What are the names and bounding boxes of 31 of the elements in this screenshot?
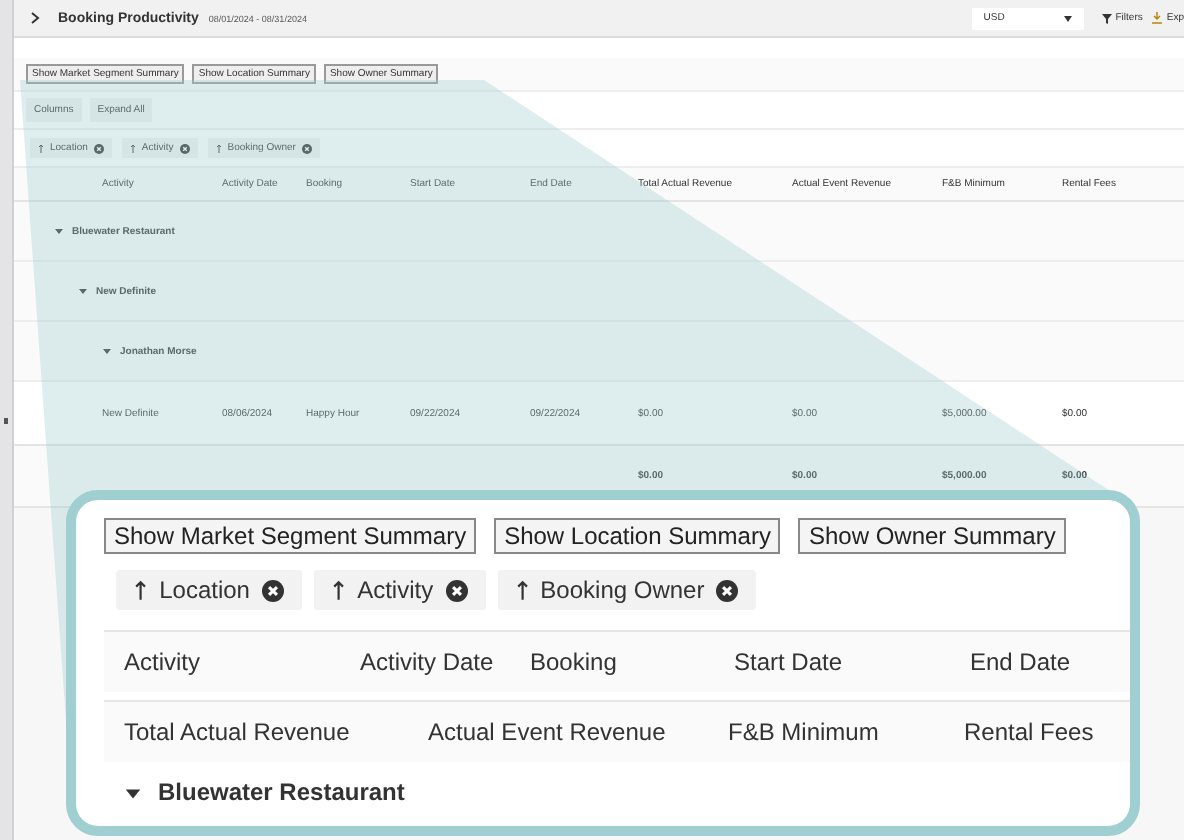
remove-icon[interactable] bbox=[261, 579, 284, 601]
grouping-chip[interactable]: Location bbox=[116, 570, 302, 610]
summary-button[interactable]: Show Owner Summary bbox=[798, 518, 1066, 554]
up-arrow-icon bbox=[129, 143, 136, 153]
column-header[interactable]: Rental Fees bbox=[944, 718, 1124, 746]
column-header[interactable]: Start Date bbox=[714, 648, 950, 676]
grouping-chip[interactable]: Activity bbox=[313, 570, 486, 610]
download-icon bbox=[1152, 12, 1163, 24]
column-header[interactable]: Total Actual Revenue bbox=[104, 718, 408, 746]
group-label: Bluewater Restaurant bbox=[158, 778, 405, 806]
column-header[interactable]: End Date bbox=[950, 648, 1130, 676]
summary-button[interactable]: Show Market Segment Summary bbox=[104, 518, 477, 554]
column-header[interactable]: Booking bbox=[510, 648, 714, 676]
up-arrow-icon bbox=[331, 579, 346, 601]
dropdown-caret-icon bbox=[1063, 15, 1072, 21]
collapse-handle[interactable] bbox=[4, 417, 8, 423]
filter-icon bbox=[1101, 13, 1112, 23]
up-arrow-icon bbox=[134, 579, 148, 601]
caret-down-icon[interactable] bbox=[124, 783, 142, 801]
up-arrow-icon bbox=[215, 143, 222, 153]
column-header[interactable]: Actual Event Revenue bbox=[408, 718, 708, 746]
grouping-chip[interactable]: Booking Owner bbox=[497, 570, 757, 610]
remove-icon[interactable] bbox=[716, 579, 739, 601]
summary-button[interactable]: Show Location Summary bbox=[494, 518, 781, 554]
column-header[interactable]: F&B Minimum bbox=[708, 718, 944, 746]
column-header[interactable]: Activity Date bbox=[340, 648, 510, 676]
chevron-right-icon[interactable] bbox=[30, 12, 40, 24]
up-arrow-icon bbox=[38, 143, 44, 153]
column-header[interactable]: Activity bbox=[104, 648, 340, 676]
up-arrow-icon bbox=[515, 579, 529, 601]
remove-icon[interactable] bbox=[445, 579, 468, 601]
